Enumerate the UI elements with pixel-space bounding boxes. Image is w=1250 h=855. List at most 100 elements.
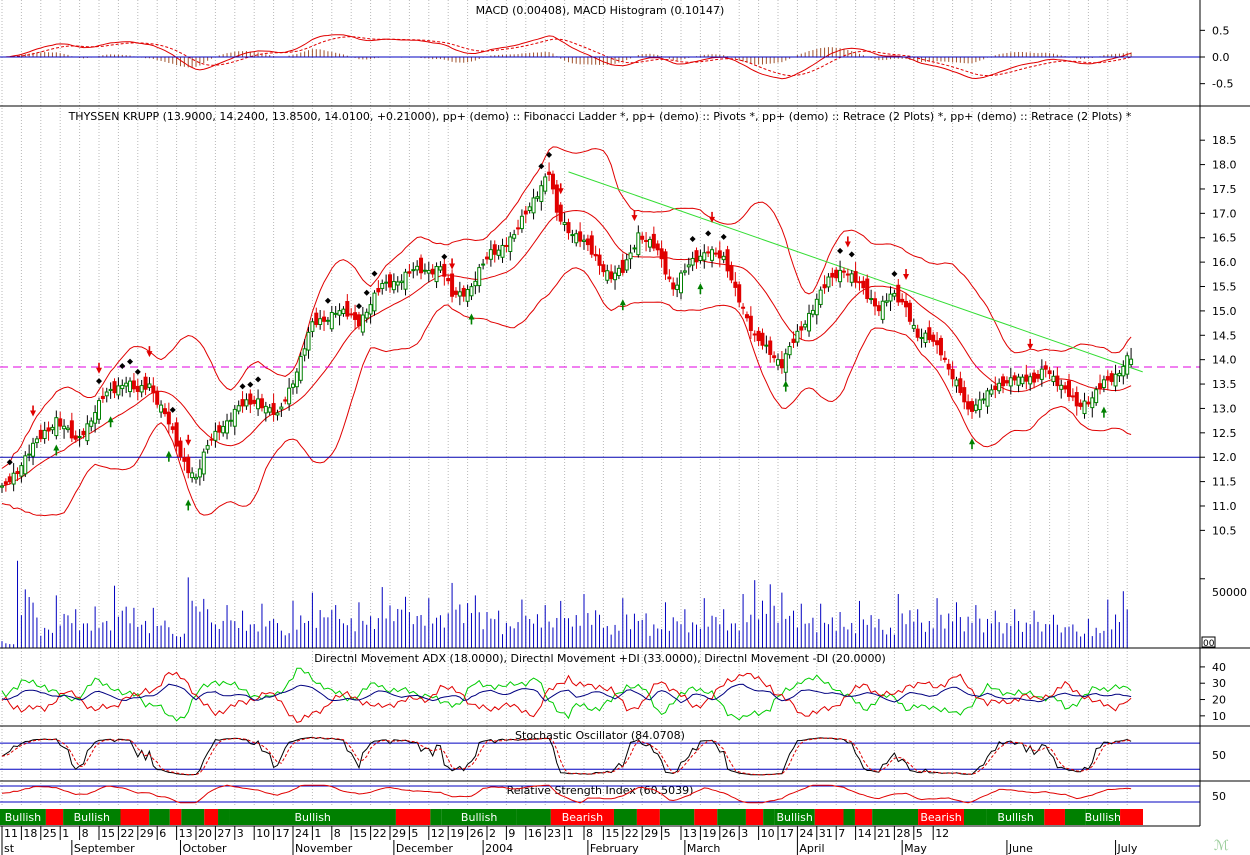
candle-body bbox=[624, 259, 629, 271]
candle-body bbox=[931, 334, 936, 342]
candle-body bbox=[593, 253, 598, 257]
signal-label: Bullish bbox=[74, 811, 110, 824]
candle-body bbox=[853, 271, 858, 283]
signal-segment bbox=[717, 809, 746, 825]
candle-body bbox=[395, 281, 400, 286]
candle-body bbox=[283, 399, 288, 402]
date-tick-label: 11 bbox=[4, 827, 18, 840]
candle-body bbox=[752, 333, 757, 336]
candle-body bbox=[407, 271, 412, 274]
candle-body bbox=[585, 238, 590, 246]
candle-body bbox=[977, 399, 982, 411]
candle-body bbox=[322, 316, 327, 322]
candle-body bbox=[116, 385, 121, 396]
signal-label: Bullish bbox=[997, 811, 1033, 824]
candle-body bbox=[822, 284, 827, 289]
candle-body bbox=[516, 227, 521, 230]
candle-body bbox=[554, 184, 559, 213]
macd-signal-line bbox=[2, 36, 1132, 77]
candle-body bbox=[23, 455, 28, 475]
signal-segment bbox=[204, 809, 219, 825]
adx-y-ticks: 40 30 20 10 bbox=[1200, 661, 1226, 723]
candle-body bbox=[65, 427, 70, 431]
sell-arrow-stem bbox=[32, 405, 34, 412]
candle-body bbox=[469, 286, 474, 297]
sell-arrow-stem bbox=[1029, 338, 1031, 345]
candle-body bbox=[938, 337, 943, 356]
candle-body bbox=[547, 171, 552, 175]
candle-body bbox=[690, 257, 695, 266]
candle-body bbox=[857, 281, 862, 284]
candle-body bbox=[34, 438, 39, 444]
candle-body bbox=[77, 436, 82, 439]
candle-body bbox=[954, 379, 959, 387]
candle-body bbox=[174, 422, 179, 447]
price-tick-label: 17.5 bbox=[1212, 183, 1237, 196]
candle-body bbox=[213, 430, 218, 441]
candle-body bbox=[795, 330, 800, 343]
signal-segment bbox=[694, 809, 718, 825]
pivot-diamond-icon bbox=[837, 247, 844, 254]
candle-body bbox=[302, 348, 307, 356]
upper-band bbox=[1, 146, 1132, 469]
candle-body bbox=[453, 290, 458, 295]
signal-segment bbox=[814, 809, 844, 825]
candle-body bbox=[58, 418, 63, 427]
candle-body bbox=[73, 435, 78, 440]
date-tick-label: 26 bbox=[722, 827, 736, 840]
candle-body bbox=[194, 476, 198, 480]
price-tick-label: 18.5 bbox=[1212, 134, 1237, 147]
pivot-diamond-icon bbox=[119, 362, 126, 369]
pivot-diamond-icon bbox=[324, 297, 331, 304]
price-y-ticks: 18.5 18.0 17.5 17.0 16.5 16.0 15.5 15.0 14.5 14.0… bbox=[1200, 134, 1237, 537]
candle-body bbox=[391, 281, 396, 291]
candle-body bbox=[570, 234, 575, 237]
candle-body bbox=[904, 300, 909, 308]
sell-arrow-stem bbox=[711, 211, 713, 218]
candle-body bbox=[686, 264, 691, 268]
candle-body bbox=[663, 251, 668, 275]
candle-body bbox=[783, 353, 788, 373]
date-tick-label: 27 bbox=[217, 827, 231, 840]
candle-body bbox=[104, 391, 109, 397]
sell-arrow-stem bbox=[148, 346, 151, 353]
signal-segment bbox=[745, 809, 764, 825]
price-panel: THYSSEN KRUPP (13.9000, 14.2400, 13.8500… bbox=[0, 110, 1237, 537]
candle-body bbox=[550, 173, 555, 190]
candle-body bbox=[907, 302, 912, 322]
candle-body bbox=[810, 309, 815, 315]
candle-body bbox=[620, 259, 625, 273]
candle-body bbox=[492, 244, 497, 255]
signal-segment bbox=[659, 809, 695, 825]
candle-body bbox=[426, 270, 431, 274]
candle-body bbox=[1078, 402, 1083, 407]
candle-body bbox=[31, 442, 36, 457]
candle-body bbox=[333, 312, 338, 315]
sell-arrow-stem bbox=[633, 210, 636, 217]
date-tick-label: 19 bbox=[702, 827, 716, 840]
pivot-diamond-icon bbox=[247, 381, 254, 388]
candle-body bbox=[341, 308, 346, 315]
candle-body bbox=[368, 304, 373, 315]
candle-body bbox=[263, 405, 268, 414]
candle-body bbox=[1101, 379, 1106, 389]
candle-body bbox=[1094, 389, 1099, 404]
candle-body bbox=[923, 332, 928, 344]
candle-body bbox=[461, 287, 466, 297]
candle-body bbox=[155, 390, 160, 405]
candle-body bbox=[679, 272, 683, 294]
adx-tick-label: 40 bbox=[1212, 661, 1226, 674]
candle-body bbox=[159, 404, 164, 413]
candle-body bbox=[946, 363, 951, 370]
date-tick-label: 31 bbox=[819, 827, 833, 840]
candle-body bbox=[314, 312, 319, 325]
candle-body bbox=[884, 300, 889, 303]
candle-body bbox=[205, 445, 210, 450]
candle-body bbox=[252, 399, 257, 404]
date-tick-label: 17 bbox=[276, 827, 290, 840]
candle-body bbox=[1016, 376, 1021, 386]
month-label: November bbox=[295, 842, 353, 855]
candle-body bbox=[616, 267, 621, 277]
price-tick-label: 11.5 bbox=[1212, 476, 1237, 489]
date-tick-label: 15 bbox=[101, 827, 115, 840]
